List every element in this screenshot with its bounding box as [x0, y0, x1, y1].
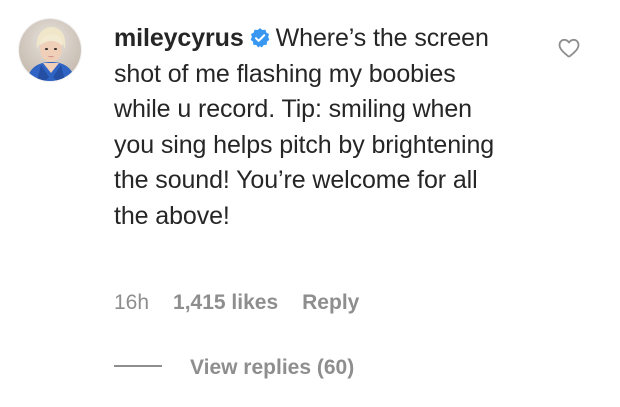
- replies-divider-line: [114, 365, 162, 368]
- comment-text: Where’s the screen shot of me flashing m…: [114, 24, 495, 230]
- comment: mileycyrus Where’s the screen shot of me…: [0, 0, 620, 407]
- avatar-image: [27, 27, 75, 81]
- view-replies-button[interactable]: View replies (60): [114, 356, 354, 380]
- username-link[interactable]: mileycyrus: [114, 24, 244, 52]
- avatar[interactable]: [19, 19, 81, 81]
- comment-body: mileycyrus Where’s the screen shot of me…: [114, 21, 514, 234]
- comment-timestamp: 16h: [114, 291, 150, 314]
- reply-button[interactable]: Reply: [302, 291, 359, 315]
- likes-count-link[interactable]: 1,415 likes: [173, 291, 278, 315]
- heart-icon[interactable]: [557, 36, 581, 60]
- verified-badge-icon: [250, 28, 269, 48]
- comment-meta: 16h 1,415 likes Reply: [114, 291, 359, 315]
- view-replies-label: View replies (60): [190, 356, 355, 379]
